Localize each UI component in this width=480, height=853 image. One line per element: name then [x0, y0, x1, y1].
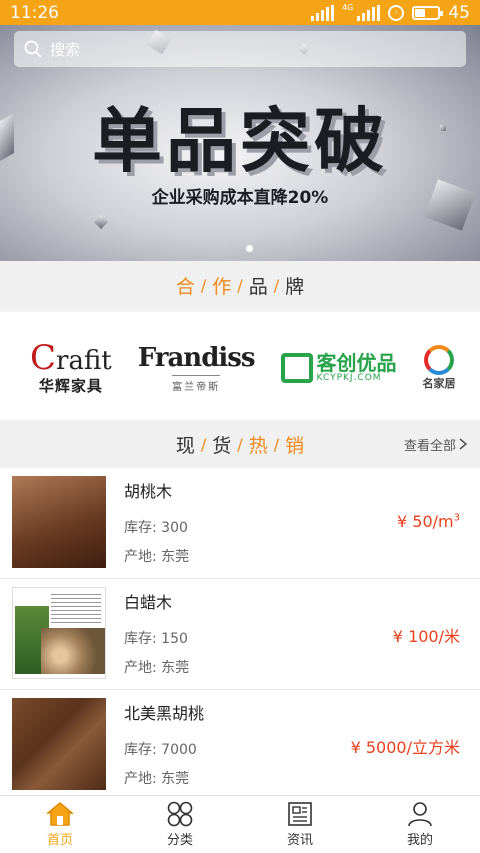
title-char: 货 [212, 434, 232, 457]
product-price: ¥ 5000/立方米 [351, 734, 460, 758]
brand-name-zh: 客创优品 [316, 351, 397, 375]
origin-value: 东莞 [161, 660, 190, 676]
tab-home[interactable]: 首页 [0, 796, 120, 853]
tab-news[interactable]: 资讯 [240, 796, 360, 853]
product-image[interactable] [12, 587, 106, 679]
brand-logo-frandiss[interactable]: Frandiss 富兰帝斯 [137, 343, 256, 393]
brand-initial: C [30, 337, 57, 378]
search-bar[interactable]: 搜索 [14, 31, 466, 67]
banner-subline: 企业采购成本直降20% [151, 188, 329, 208]
price-value: ¥ 50/m [397, 512, 454, 531]
brand-name-zh: 富兰帝斯 [172, 375, 221, 393]
bottom-tab-bar: 首页 分类 资讯 我的 [0, 795, 480, 853]
news-icon [288, 802, 312, 826]
carousel-dot-active[interactable] [246, 245, 253, 252]
hot-section-title: 现 / 货 / 热 / 销 查看全部 [0, 420, 480, 468]
banner-headline: 单品突破 [92, 100, 388, 182]
product-stock: 库存: 7000 [124, 739, 197, 759]
product-image[interactable] [12, 476, 106, 568]
carousel-dot[interactable] [227, 245, 234, 252]
title-char: 销 [285, 434, 305, 457]
product-item[interactable]: 胡桃木 库存: 300 产地: 东莞 ¥ 50/m3 [0, 468, 480, 579]
brands-section-title: 合 / 作 / 品 / 牌 [0, 261, 480, 309]
user-icon [408, 802, 432, 827]
title-char: 合 [175, 275, 195, 298]
tab-label: 资讯 [286, 833, 313, 848]
search-placeholder: 搜索 [50, 40, 81, 59]
price-unit-sup: 3 [453, 512, 460, 524]
brand-logo-crafit[interactable]: Crafit 华辉家具 [30, 341, 112, 396]
signal-icon-2 [357, 4, 381, 21]
title-char: 作 [212, 275, 232, 298]
product-origin: 产地: 东莞 [124, 768, 189, 788]
product-price: ¥ 100/米 [393, 623, 460, 647]
stock-value: 300 [161, 520, 188, 536]
origin-value: 东莞 [161, 771, 190, 787]
origin-label: 产地: [124, 660, 157, 676]
brand-name-en: Frandiss [137, 343, 256, 373]
brand-logo-kcyp[interactable]: 客创优品 KCYPKJ.COM [280, 351, 397, 383]
tab-profile[interactable]: 我的 [360, 796, 480, 853]
brand-logo-mingjia[interactable]: 名家居 [423, 345, 456, 391]
price-value: ¥ 100/米 [392, 627, 460, 646]
title-char: 牌 [285, 275, 305, 298]
brand-carousel[interactable]: Crafit 华辉家具 Frandiss 富兰帝斯 客创优品 KCYPKJ.CO… [0, 312, 480, 424]
search-icon [24, 40, 42, 58]
product-origin: 产地: 东莞 [124, 546, 189, 566]
stock-label: 库存: [124, 742, 157, 758]
promo-banner[interactable]: 搜索 单品突破 企业采购成本直降20% [0, 25, 480, 261]
status-icons: 4G ◦ 45 [311, 3, 470, 23]
product-list: 胡桃木 库存: 300 产地: 东莞 ¥ 50/m3 白蜡木 库存: 150 产… [0, 468, 480, 818]
product-name: 北美黑胡桃 [124, 704, 205, 723]
origin-label: 产地: [124, 771, 157, 787]
view-all-label: 查看全部 [403, 438, 456, 454]
origin-value: 东莞 [161, 549, 190, 565]
product-item[interactable]: 白蜡木 库存: 150 产地: 东莞 ¥ 100/米 [0, 579, 480, 690]
chevron-right-icon [459, 438, 468, 450]
product-stock: 库存: 300 [124, 517, 188, 537]
view-all-link[interactable]: 查看全部 [404, 420, 468, 468]
signal-icon [311, 4, 335, 21]
notification-icon: ◦ [388, 4, 405, 21]
tab-category[interactable]: 分类 [120, 796, 240, 853]
stock-value: 7000 [161, 742, 197, 758]
home-icon [46, 802, 74, 826]
brand-mark-icon [424, 345, 455, 375]
status-bar: 11:26 4G ◦ 45 [0, 0, 480, 25]
product-stock: 库存: 150 [124, 628, 188, 648]
brand-mark-icon [280, 353, 313, 383]
stock-label: 库存: [124, 520, 157, 536]
product-name: 胡桃木 [124, 482, 173, 501]
origin-label: 产地: [124, 549, 157, 565]
battery-level: 45 [448, 2, 470, 23]
tab-label: 我的 [406, 833, 433, 848]
category-icon [167, 801, 193, 827]
battery-icon [412, 5, 444, 20]
carousel-dots[interactable] [0, 245, 480, 252]
brand-name-zh: 华辉家具 [38, 376, 103, 395]
price-value: ¥ 5000/立方米 [350, 738, 460, 757]
title-char: 热 [248, 434, 268, 457]
network-type: 4G [342, 2, 354, 12]
title-char: 品 [248, 275, 268, 298]
product-name: 白蜡木 [124, 593, 173, 612]
status-time: 11:26 [10, 2, 59, 23]
stock-value: 150 [161, 631, 188, 647]
tab-label: 分类 [166, 833, 193, 848]
brand-name-en: rafit [56, 345, 112, 376]
product-origin: 产地: 东莞 [124, 657, 189, 677]
stock-label: 库存: [124, 631, 157, 647]
brand-name-zh: 名家居 [422, 377, 456, 390]
title-char: 现 [175, 434, 195, 457]
product-image[interactable] [12, 698, 106, 790]
tab-label: 首页 [46, 833, 73, 848]
product-price: ¥ 50/m3 [397, 512, 460, 531]
